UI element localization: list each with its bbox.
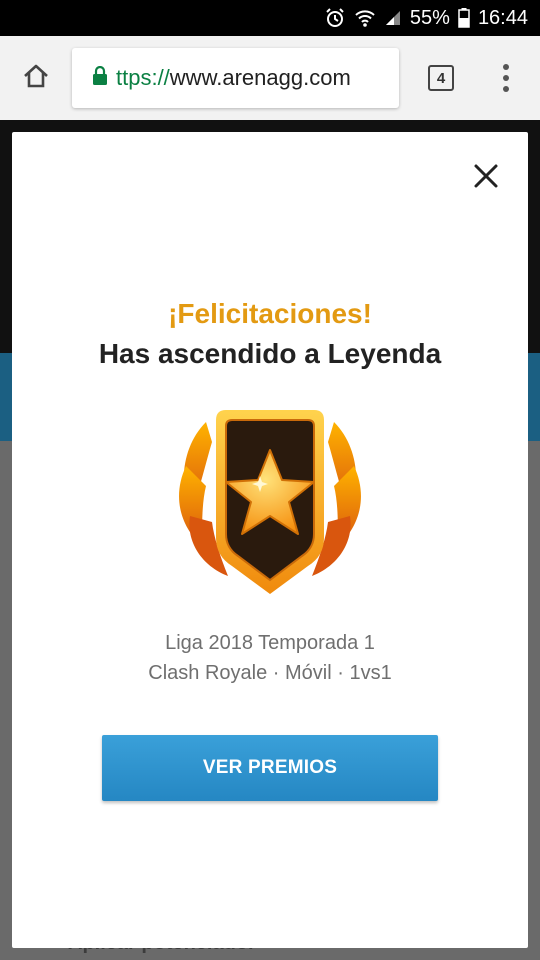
tab-switcher-button[interactable]: 4 — [428, 65, 454, 91]
signal-icon — [384, 9, 402, 27]
congrats-heading: ¡Felicitaciones! — [168, 298, 372, 329]
wifi-icon — [354, 8, 376, 28]
battery-percent: 55% — [409, 6, 450, 29]
address-bar[interactable]: ttps:// www.arenagg.com — [72, 48, 399, 108]
status-icons: 55% 16:44 — [324, 7, 528, 30]
more-vert-icon[interactable] — [494, 64, 518, 92]
league-name: Liga 2018 Temporada 1 — [165, 632, 375, 654]
battery-icon — [458, 8, 470, 28]
tab-count: 4 — [436, 69, 446, 87]
home-icon — [22, 62, 50, 95]
clock: 16:44 — [477, 6, 528, 29]
close-button[interactable] — [470, 162, 502, 194]
promotion-subtitle: Has ascendido a Leyenda — [98, 338, 442, 369]
view-rewards-button[interactable]: VER PREMIOS — [102, 735, 438, 801]
alarm-icon — [324, 7, 346, 29]
promotion-modal: ¡Felicitaciones! Has ascendido a Leyenda — [12, 132, 528, 948]
browser-toolbar: ttps:// www.arenagg.com 4 — [0, 36, 540, 120]
legend-rank-badge-icon — [172, 406, 368, 602]
game-details: Clash Royale · Móvil · 1vs1 — [148, 662, 392, 684]
lock-icon — [92, 65, 108, 91]
url-scheme: ttps:// — [116, 65, 170, 90]
home-button[interactable] — [0, 36, 72, 120]
url-host: www.arenagg.com — [169, 65, 351, 90]
status-bar: 55% 16:44 — [0, 0, 540, 36]
close-icon — [473, 163, 499, 194]
